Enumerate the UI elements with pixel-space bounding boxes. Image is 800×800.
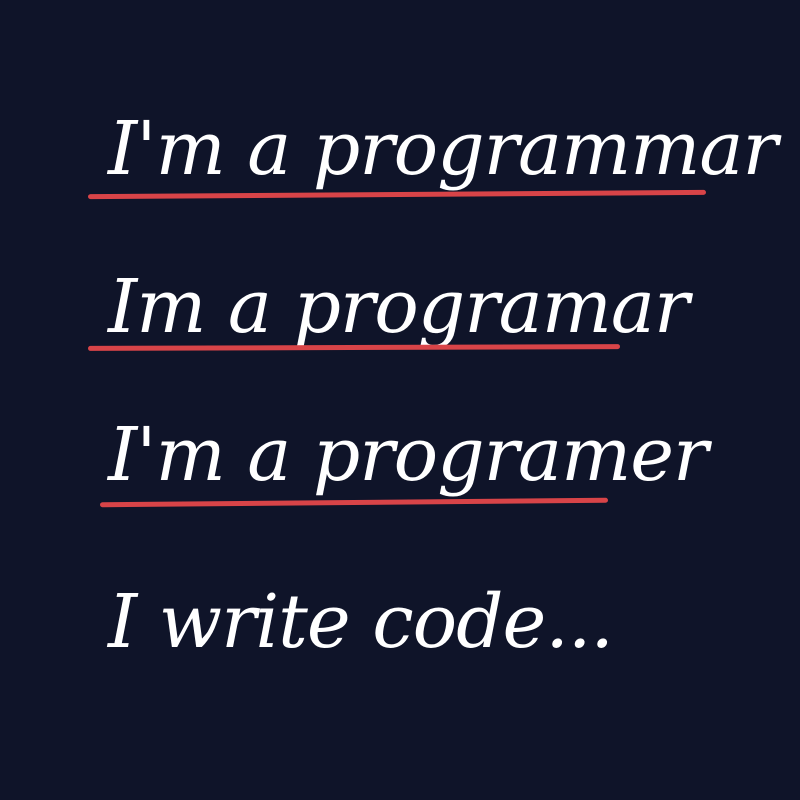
struck-line-3: I'm a programer — [108, 412, 708, 498]
line-text: I'm a programmar — [108, 106, 778, 192]
struck-line-1: I'm a programmar — [108, 106, 778, 192]
struck-line-2: Im a programar — [108, 264, 689, 350]
line-text: Im a programar — [108, 264, 689, 350]
final-line: I write code... — [108, 579, 614, 665]
line-text: I'm a programer — [108, 412, 708, 498]
poster-canvas: I'm a programmar Im a programar I'm a pr… — [0, 0, 800, 800]
strike-through-3 — [99, 497, 609, 508]
line-text: I write code... — [108, 579, 614, 665]
